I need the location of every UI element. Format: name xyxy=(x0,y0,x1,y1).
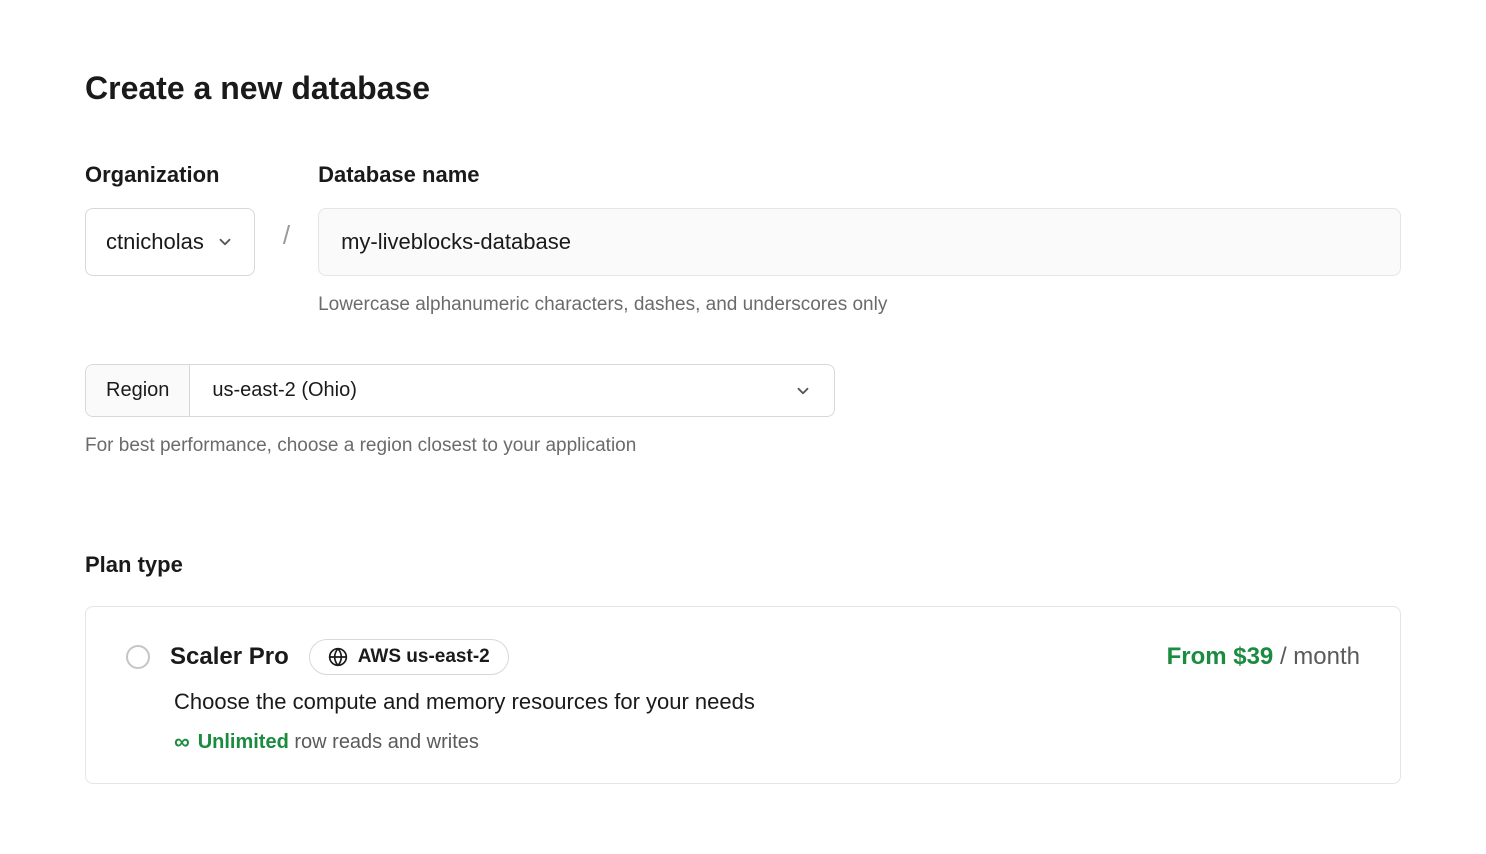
org-and-name-row: Organization ctnicholas / Database name … xyxy=(85,162,1401,316)
database-name-label: Database name xyxy=(318,162,1401,188)
plan-price-amount: From $39 xyxy=(1167,643,1274,670)
region-help-text: For best performance, choose a region cl… xyxy=(85,435,1401,457)
plan-header: Scaler Pro AWS us-east-2 From $39 / mont… xyxy=(126,639,1360,675)
region-row: Region us-east-2 (Ohio) For best perform… xyxy=(85,364,1401,457)
organization-label: Organization xyxy=(85,162,255,188)
region-selected-value: us-east-2 (Ohio) xyxy=(212,379,357,402)
plan-region-badge-text: AWS us-east-2 xyxy=(358,646,490,668)
plan-price: From $39 / month xyxy=(1167,643,1360,671)
plan-price-period: / month xyxy=(1273,643,1360,670)
organization-group: Organization ctnicholas xyxy=(85,162,255,276)
plan-body: Choose the compute and memory resources … xyxy=(174,689,1360,755)
plan-header-left: Scaler Pro AWS us-east-2 xyxy=(126,639,509,675)
plan-feature-unlimited: ∞ Unlimited row reads and writes xyxy=(174,729,1360,755)
path-separator: / xyxy=(283,220,290,251)
database-name-input[interactable] xyxy=(318,208,1401,276)
region-dropdown[interactable]: us-east-2 (Ohio) xyxy=(190,365,834,416)
chevron-down-icon xyxy=(794,382,812,400)
plan-feature-rest: row reads and writes xyxy=(289,731,479,753)
page-title: Create a new database xyxy=(85,70,1401,107)
plan-name: Scaler Pro xyxy=(170,643,289,671)
chevron-down-icon xyxy=(216,233,234,251)
infinity-icon: ∞ xyxy=(174,729,190,755)
plan-radio[interactable] xyxy=(126,645,150,669)
plan-feature-unlimited-word: Unlimited xyxy=(198,731,289,753)
region-select[interactable]: Region us-east-2 (Ohio) xyxy=(85,364,835,417)
plan-region-badge: AWS us-east-2 xyxy=(309,639,509,675)
database-name-group: Database name Lowercase alphanumeric cha… xyxy=(318,162,1401,316)
plan-type-heading: Plan type xyxy=(85,552,1401,578)
organization-select[interactable]: ctnicholas xyxy=(85,208,255,276)
globe-icon xyxy=(328,647,348,667)
database-name-help: Lowercase alphanumeric characters, dashe… xyxy=(318,294,1401,316)
region-prefix-label: Region xyxy=(86,365,190,416)
plan-card-scaler-pro[interactable]: Scaler Pro AWS us-east-2 From $39 / mont… xyxy=(85,606,1401,784)
organization-selected-value: ctnicholas xyxy=(106,229,204,255)
plan-description: Choose the compute and memory resources … xyxy=(174,689,1360,715)
